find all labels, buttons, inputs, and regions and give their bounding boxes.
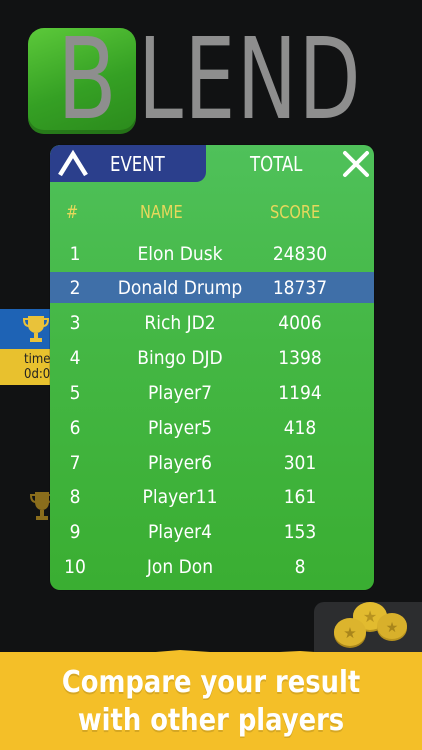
row-rank: 4 bbox=[69, 347, 81, 369]
row-score: 418 bbox=[283, 417, 317, 439]
row-player-name: Rich JD2 bbox=[144, 312, 216, 334]
row-player-name: Player11 bbox=[142, 486, 218, 508]
column-header-rank: # bbox=[66, 202, 79, 223]
tab-event[interactable]: EVENT bbox=[50, 145, 206, 182]
tab-total[interactable]: TOTAL bbox=[250, 151, 302, 177]
row-player-name: Elon Dusk bbox=[137, 243, 223, 265]
leaderboard-row[interactable]: 6 Player5 418 bbox=[50, 412, 374, 443]
row-rank: 9 bbox=[69, 521, 81, 543]
chevron-up-icon[interactable] bbox=[56, 149, 90, 179]
leaderboard-row[interactable]: 10 Jon Don 8 bbox=[50, 551, 374, 582]
card-time-value: 0d:0 bbox=[24, 367, 51, 382]
svg-text:★: ★ bbox=[343, 624, 356, 642]
row-player-name: Donald Drump bbox=[117, 277, 243, 299]
row-score: 24830 bbox=[272, 243, 328, 265]
row-score: 1398 bbox=[278, 347, 322, 369]
app-logo: B LEND bbox=[0, 0, 422, 145]
card-time-label: time bbox=[24, 352, 51, 367]
logo-rest-letters: LEND bbox=[138, 15, 363, 145]
row-score: 153 bbox=[283, 521, 317, 543]
row-rank: 1 bbox=[69, 243, 81, 265]
close-icon[interactable] bbox=[342, 150, 370, 178]
leaderboard-row[interactable]: 3 Rich JD2 4006 bbox=[50, 307, 374, 338]
row-score: 301 bbox=[283, 452, 317, 474]
leaderboard-row[interactable]: 8 Player11 161 bbox=[50, 481, 374, 512]
row-player-name: Player6 bbox=[147, 452, 213, 474]
row-player-name: Bingo DJD bbox=[137, 347, 223, 369]
logo-first-letter: B bbox=[57, 15, 117, 145]
row-rank: 2 bbox=[69, 277, 81, 299]
leaderboard-panel: EVENT TOTAL # NAME SCORE 1 Elon Dusk 248… bbox=[50, 145, 374, 590]
trophy-icon bbox=[22, 316, 50, 342]
leaderboard-row[interactable]: 1 Elon Dusk 24830 bbox=[50, 238, 374, 269]
leaderboard-row[interactable]: 9 Player4 153 bbox=[50, 516, 374, 547]
row-player-name: Player4 bbox=[147, 521, 213, 543]
row-score: 1194 bbox=[278, 382, 322, 404]
tab-event-label: EVENT bbox=[110, 152, 165, 176]
row-score: 18737 bbox=[272, 277, 328, 299]
background-game-card: time 0d:0 bbox=[0, 309, 52, 385]
leaderboard-row[interactable]: 5 Player7 1194 bbox=[50, 377, 374, 408]
column-header-name: NAME bbox=[140, 202, 183, 223]
leaderboard-row[interactable]: 7 Player6 301 bbox=[50, 447, 374, 478]
row-rank: 10 bbox=[64, 556, 86, 578]
leaderboard-row-highlighted[interactable]: 2 Donald Drump 18737 bbox=[50, 272, 374, 303]
svg-text:★: ★ bbox=[386, 620, 399, 636]
row-rank: 6 bbox=[69, 417, 81, 439]
row-player-name: Player5 bbox=[147, 417, 213, 439]
coins-icon: ★ ★ ★ bbox=[334, 602, 407, 648]
row-rank: 8 bbox=[69, 486, 81, 508]
leaderboard-row[interactable]: 4 Bingo DJD 1398 bbox=[50, 342, 374, 373]
row-score: 4006 bbox=[278, 312, 322, 334]
row-rank: 5 bbox=[69, 382, 81, 404]
row-player-name: Jon Don bbox=[146, 556, 214, 578]
column-header-score: SCORE bbox=[270, 202, 321, 223]
promo-caption-line-2: with other players bbox=[77, 703, 345, 738]
row-score: 161 bbox=[283, 486, 317, 508]
row-rank: 3 bbox=[69, 312, 81, 334]
row-player-name: Player7 bbox=[147, 382, 213, 404]
svg-text:★: ★ bbox=[363, 607, 377, 626]
row-rank: 7 bbox=[69, 452, 81, 474]
row-score: 8 bbox=[294, 556, 306, 578]
promo-caption-line-1: Compare your result bbox=[61, 665, 361, 700]
